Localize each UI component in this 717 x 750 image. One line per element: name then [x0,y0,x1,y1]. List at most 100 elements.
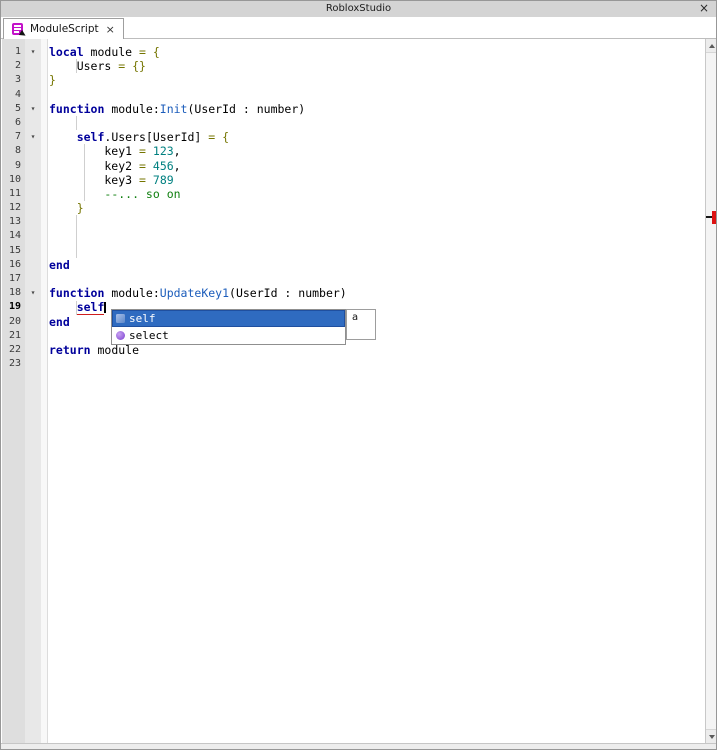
code-text[interactable] [47,116,703,130]
line-number[interactable]: 5 [2,102,25,116]
line-number[interactable]: 7 [2,130,25,144]
code-line[interactable]: 4 [2,88,703,102]
autocomplete-item-self[interactable]: self [112,310,345,327]
code-line[interactable]: 8 key1 = 123, [2,144,703,158]
fold-arrow-icon[interactable]: ▾ [25,45,41,59]
script-editor[interactable]: 1 ▾ local module = {2 Users = {} 3} 4 5 ▾ funct… [1,39,716,749]
horizontal-scrollbar[interactable] [1,743,716,749]
code-line[interactable]: 13 [2,215,703,229]
fold-gutter-cell [25,73,41,87]
fold-gutter-cell [25,258,41,272]
code-text[interactable]: key2 = 456, [47,159,703,173]
fold-arrow-icon[interactable]: ▾ [25,286,41,300]
scroll-up-button[interactable] [706,39,716,53]
code-text[interactable]: self.Users[UserId] = { [47,130,703,144]
code-line[interactable]: 2 Users = {} [2,59,703,73]
line-number[interactable]: 20 [2,315,25,329]
tab-bar: ModuleScript × [1,17,716,39]
fold-arrow-icon[interactable]: ▾ [25,102,41,116]
code-text[interactable]: function module:Init(UserId : number) [47,102,703,116]
fold-gutter-cell [25,159,41,173]
code-line[interactable]: 15 [2,244,703,258]
code-line[interactable]: 23 [2,357,703,371]
tab-close-icon[interactable]: × [106,23,115,36]
fold-gutter-cell [25,173,41,187]
line-number[interactable]: 17 [2,272,25,286]
line-number[interactable]: 12 [2,201,25,215]
code-line[interactable]: 7 ▾ self.Users[UserId] = { [2,130,703,144]
code-text[interactable]: } [47,201,703,215]
line-number[interactable]: 3 [2,73,25,87]
line-number[interactable]: 4 [2,88,25,102]
scroll-up-icon [708,43,715,48]
title-bar[interactable]: RobloxStudio × [1,1,716,18]
fold-gutter-cell [25,272,41,286]
line-number[interactable]: 14 [2,229,25,243]
code-line[interactable]: 17 [2,272,703,286]
code-text[interactable]: function module:UpdateKey1(UserId : numb… [47,286,703,300]
code-line[interactable]: 9 key2 = 456, [2,159,703,173]
line-number[interactable]: 2 [2,59,25,73]
code-line[interactable]: 14 [2,229,703,243]
line-number[interactable]: 16 [2,258,25,272]
code-line[interactable]: 12 } [2,201,703,215]
fold-gutter-cell [25,315,41,329]
line-number[interactable]: 10 [2,173,25,187]
code-text[interactable] [47,88,703,102]
code-text[interactable]: local module = { [47,45,703,59]
code-line[interactable]: 18 ▾ function module:UpdateKey1(UserId : n… [2,286,703,300]
fold-gutter-cell [25,343,41,357]
scroll-down-button[interactable] [706,729,716,743]
cube-icon [116,314,125,323]
fold-gutter-cell [25,144,41,158]
line-number[interactable]: 19 [2,300,25,314]
code-text[interactable] [47,229,703,243]
code-line[interactable]: 22 return module [2,343,703,357]
autocomplete-item-label: self [129,312,156,325]
roblox-studio-window: RobloxStudio × ModuleScript × 1 ▾ local mo… [0,0,717,750]
code-line[interactable]: 11 --... so on [2,187,703,201]
scroll-down-icon [708,734,715,739]
code-text[interactable]: key1 = 123, [47,144,703,158]
code-text[interactable] [47,272,703,286]
autocomplete-item-select[interactable]: select [112,327,345,344]
fold-gutter-cell [25,215,41,229]
tab-modulescript[interactable]: ModuleScript × [3,18,124,39]
code-text[interactable] [47,215,703,229]
line-number[interactable]: 13 [2,215,25,229]
text-caret [104,302,106,314]
code-line[interactable]: 5 ▾ function module:Init(UserId : number) [2,102,703,116]
fold-gutter-cell [25,229,41,243]
line-number[interactable]: 22 [2,343,25,357]
code-text[interactable] [47,357,703,371]
line-number[interactable]: 6 [2,116,25,130]
window-close-icon[interactable]: × [699,1,709,17]
line-number[interactable]: 15 [2,244,25,258]
code-text[interactable]: end [47,258,703,272]
code-line[interactable]: 3} [2,73,703,87]
code-line[interactable]: 16 end [2,258,703,272]
autocomplete-popup: self select [111,309,346,345]
line-number[interactable]: 1 [2,45,25,59]
code-line[interactable]: 1 ▾ local module = { [2,45,703,59]
code-text[interactable]: key3 = 789 [47,173,703,187]
fold-gutter-cell [25,357,41,371]
fold-gutter-cell [25,300,41,314]
vertical-scrollbar[interactable] [705,39,716,743]
fold-arrow-icon[interactable]: ▾ [25,130,41,144]
code-text[interactable]: Users = {} [47,59,703,73]
code-text[interactable] [47,244,703,258]
code-line[interactable]: 10 key3 = 789 [2,173,703,187]
code-text[interactable]: --... so on [47,187,703,201]
line-number[interactable]: 9 [2,159,25,173]
module-script-icon [12,22,28,38]
code-line[interactable]: 6 [2,116,703,130]
scrollbar-error-marker [712,211,716,224]
code-text[interactable]: } [47,73,703,87]
line-number[interactable]: 21 [2,329,25,343]
code-text[interactable]: return module [47,343,703,357]
line-number[interactable]: 23 [2,357,25,371]
line-number[interactable]: 18 [2,286,25,300]
line-number[interactable]: 11 [2,187,25,201]
line-number[interactable]: 8 [2,144,25,158]
